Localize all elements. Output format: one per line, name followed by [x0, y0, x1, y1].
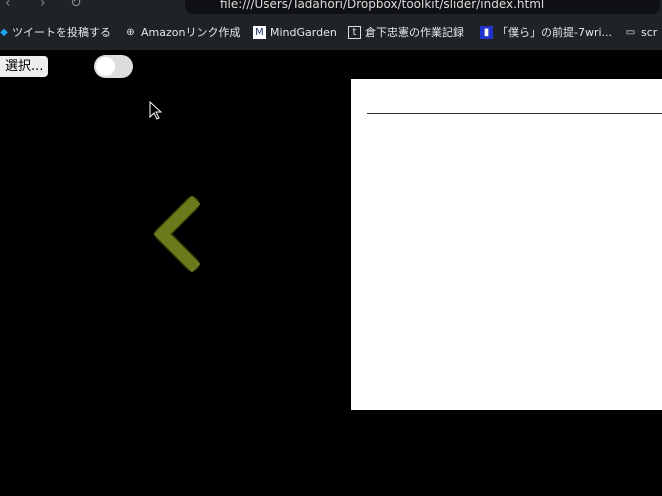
twitter-icon: ◆ — [0, 26, 8, 38]
bookmark-4[interactable]: ▮ 「僕ら」の前提-7wri... — [480, 25, 612, 39]
book-icon: ▮ — [480, 25, 493, 39]
bookmark-5[interactable]: ▭ scr — [624, 25, 658, 39]
bookmarks-bar: ◆ ツイートを投稿する ⊕ Amazonリンク作成 M MindGarden t 倉下忠… — [0, 14, 662, 50]
bookmark-label: 「僕ら」の前提-7wri... — [497, 26, 613, 39]
mindgarden-icon: M — [253, 25, 266, 39]
toggle-switch[interactable] — [94, 55, 133, 78]
bookmark-label: ツイートを投稿する — [12, 26, 111, 39]
slider-panel — [351, 79, 662, 410]
bookmark-0[interactable]: ◆ ツイートを投稿する — [0, 25, 111, 39]
divider — [367, 113, 662, 114]
bookmark-label: scr — [641, 25, 658, 39]
bookmark-1[interactable]: ⊕ Amazonリンク作成 — [124, 25, 240, 39]
cursor-icon — [149, 101, 162, 120]
bookmark-label: 倉下忠憲の作業記録 — [365, 26, 464, 39]
globe-icon: ⊕ — [126, 26, 135, 38]
reload-icon[interactable]: ↻ — [70, 0, 82, 10]
file-select-button[interactable]: 選択... — [0, 56, 49, 77]
toggle-knob — [96, 57, 115, 76]
bookmark-2[interactable]: M MindGarden — [253, 25, 337, 39]
bookmark-label: Amazonリンク作成 — [141, 26, 241, 39]
folder-icon: ▭ — [625, 26, 636, 38]
bookmark-3[interactable]: t 倉下忠憲の作業記録 — [348, 25, 464, 39]
bookmark-label: MindGarden — [270, 25, 337, 39]
forward-icon[interactable]: › — [40, 0, 46, 10]
chevron-left-icon[interactable] — [150, 196, 202, 272]
browser-toolbar: ‹ › ↻ file:///Users/Tadahori/Dropbox/too… — [0, 0, 662, 14]
address-bar[interactable]: file:///Users/Tadahori/Dropbox/toolkit/s… — [185, 0, 660, 14]
back-icon[interactable]: ‹ — [5, 0, 11, 10]
t-icon: t — [348, 25, 361, 39]
